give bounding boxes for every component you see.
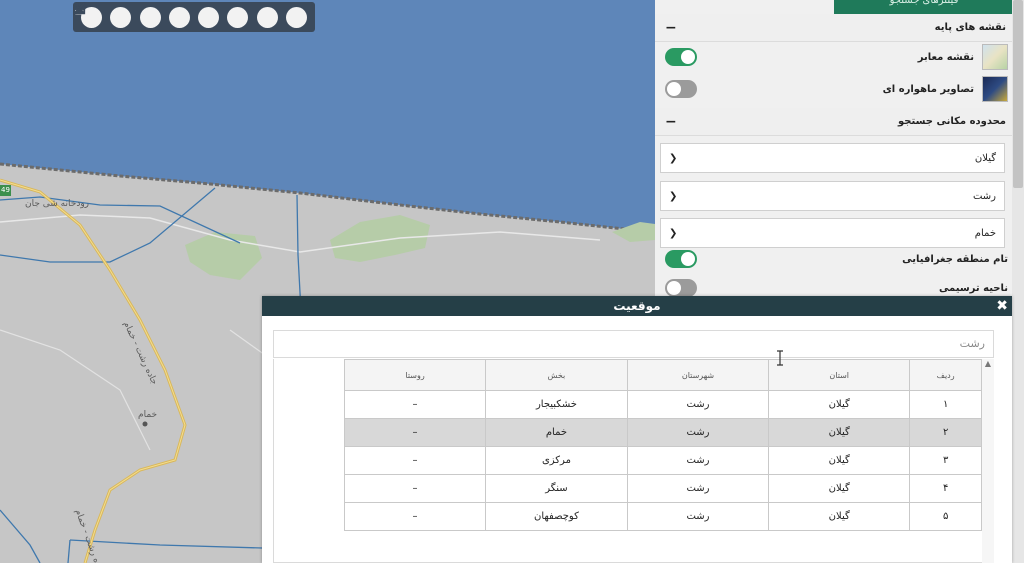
province-value: گیلان [974,152,996,164]
option-label: ناحیه ترسیمی [938,282,1008,294]
section-base-maps-header[interactable]: نقشه های پایه − [655,14,1012,42]
cell-district: سنگر [485,474,628,503]
cell-county: رشت [626,418,770,447]
location-table: ردیف استان شهرستان بخش روستا ۱ گیلان رشت… [343,359,982,531]
results-container: ردیف استان شهرستان بخش روستا ۱ گیلان رشت… [273,359,994,563]
col-village[interactable]: روستا [343,359,487,391]
satellite-thumbnail [982,76,1008,102]
province-select[interactable]: گیلان ❯ [660,143,1005,173]
cell-province: گیلان [768,474,911,503]
layer-row-street-map: نقشه معابر [655,42,1012,72]
county-select[interactable]: رشت ❯ [660,181,1005,211]
cell-row-number: ۱ [909,390,982,419]
cell-village: – [343,390,487,419]
cell-district: کوچصفهان [485,502,628,531]
cell-district: مرکزی [485,446,628,475]
col-county[interactable]: شهرستان [626,359,770,391]
cell-province: گیلان [768,390,911,419]
dialog-title-bar[interactable]: موقعیت ✖ [262,296,1012,316]
cell-row-number: ۵ [909,502,982,531]
cell-village: – [343,446,487,475]
drawn-area-toggle[interactable] [665,279,697,297]
layer-label: تصاویر ماهواره ای [882,83,974,95]
col-district[interactable]: بخش [485,359,628,391]
full-extent-button[interactable] [73,2,278,28]
satellite-toggle[interactable] [665,80,697,98]
tab-search-filters[interactable]: فیلترهای جستجو [834,0,1012,14]
chevron-down-icon: ❯ [669,227,678,239]
option-row-whole-region: تام منطقه جغرافیایی [655,244,1012,274]
info-button[interactable] [78,3,249,28]
panel-scrollbar[interactable] [1012,0,1024,563]
measure-area-button[interactable] [73,2,220,28]
table-header-row: ردیف استان شهرستان بخش روستا [343,359,982,391]
cell-province: گیلان [768,446,911,475]
collapse-icon[interactable]: − [665,114,677,130]
collapse-icon[interactable]: − [665,20,677,36]
cell-county: رشت [626,446,770,475]
village-label: خمام [138,410,158,420]
clear-button[interactable] [74,2,307,28]
measure-line-button[interactable] [74,3,190,28]
col-province[interactable]: استان [768,359,911,391]
cell-district: خشکبیجار [485,390,628,419]
chevron-down-icon: ❯ [669,152,678,164]
zoom-in-button[interactable] [73,2,132,28]
zoom-out-button[interactable] [73,6,161,28]
text-cursor-icon [777,350,783,366]
whole-region-toggle[interactable] [665,250,697,268]
close-icon[interactable]: ✖ [996,296,1008,316]
scrollbar-thumb[interactable] [1013,0,1023,188]
cell-village: – [343,418,487,447]
cell-row-number: ۴ [909,474,982,503]
layer-row-satellite: تصاویر ماهواره ای [655,74,1012,104]
table-row[interactable]: ۵ گیلان رشت کوچصفهان – [343,502,982,531]
cell-county: رشت [626,390,770,419]
river-label: رودخانه شی جان [25,199,90,209]
clear-brush-icon [74,2,85,15]
street-map-toggle[interactable] [665,48,697,66]
table-row[interactable]: ۱ گیلان رشت خشکبیجار – [343,390,982,419]
col-row-number[interactable]: ردیف [909,359,982,391]
section-search-area-header[interactable]: محدوده مکانی جستجو − [655,108,1012,136]
cell-row-number: ۲ [909,418,982,447]
village-marker[interactable] [142,421,148,427]
road-number-badge: 49 [0,185,11,196]
table-row-selected[interactable]: ۲ گیلان رشت خمام – [343,418,982,447]
location-dialog: موقعیت ✖ رشت ردیف استان شهرستان بخش روست… [262,296,1012,563]
cell-county: رشت [626,474,770,503]
cell-district: خمام [485,418,628,447]
district-value: خمام [974,227,996,239]
cell-province: گیلان [768,418,911,447]
table-row[interactable]: ۳ گیلان رشت مرکزی – [343,446,982,475]
map-toolbar [73,2,315,32]
dialog-title: موقعیت [613,299,661,313]
section-title: محدوده مکانی جستجو [898,116,1006,127]
layer-label: نقشه معابر [917,51,974,63]
cell-village: – [343,502,487,531]
location-filter-input[interactable]: رشت [273,330,994,358]
cell-county: رشت [626,502,770,531]
cell-province: گیلان [768,502,911,531]
street-map-thumbnail [982,44,1008,70]
chevron-down-icon: ❯ [669,190,678,202]
county-value: رشت [972,190,996,202]
option-label: تام منطقه جغرافیایی [902,253,1008,265]
table-row[interactable]: ۴ گیلان رشت سنگر – [343,474,982,503]
table-scrollbar[interactable]: ▲ [982,359,994,563]
scroll-up-icon[interactable]: ▲ [982,359,994,368]
section-title: نقشه های پایه [934,22,1006,33]
cell-village: – [343,474,487,503]
cell-row-number: ۳ [909,446,982,475]
